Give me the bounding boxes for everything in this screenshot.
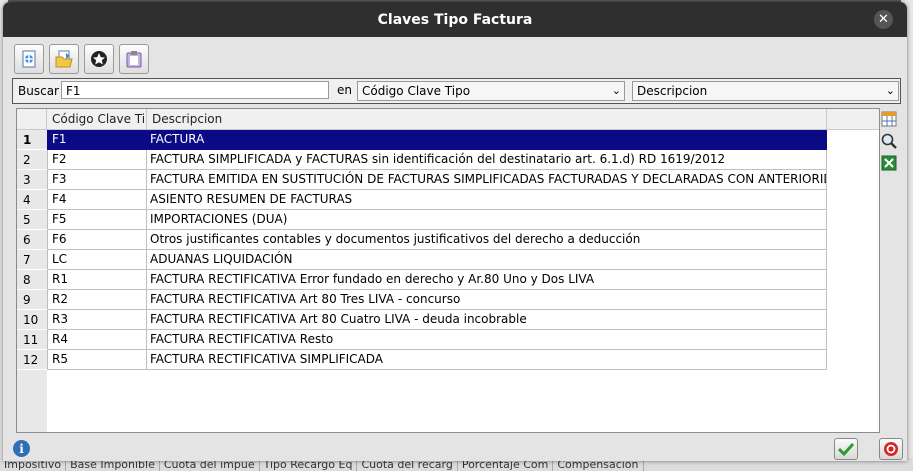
columns-config-button[interactable] xyxy=(880,110,898,128)
close-button[interactable]: ✕ xyxy=(874,10,893,29)
table-row[interactable]: 3 F3 FACTURA EMITIDA EN SUSTITUCIÓN DE FAC… xyxy=(17,170,827,190)
table-row[interactable]: 11 R4 FACTURA RECTIFICATIVA Resto xyxy=(17,330,827,350)
clipboard-button[interactable] xyxy=(119,44,149,74)
cell-description[interactable]: FACTURA SIMPLIFICADA y FACTURAS sin iden… xyxy=(147,150,827,170)
cell-description[interactable]: FACTURA RECTIFICATIVA Art 80 Cuatro LIVA… xyxy=(147,310,827,330)
clipboard-icon xyxy=(126,51,142,68)
cell-code[interactable]: LC xyxy=(47,250,147,270)
search-label: Buscar xyxy=(18,84,59,98)
search-field-select[interactable]: Código Clave Tipo ⌄ xyxy=(357,81,625,101)
row-number: 8 xyxy=(17,270,47,290)
table-row[interactable]: 9 R2 FACTURA RECTIFICATIVA Art 80 Tres LIV… xyxy=(17,290,827,310)
row-number: 11 xyxy=(17,330,47,350)
search-bar: Buscar F1 en Código Clave Tipo ⌄ Descrip… xyxy=(12,78,901,104)
row-number-header xyxy=(17,109,47,129)
table-row[interactable]: 12 R5 FACTURA RECTIFICATIVA SIMPLIFICADA xyxy=(17,350,827,370)
table-row[interactable]: 1 F1 FACTURA xyxy=(17,130,827,150)
search-button[interactable] xyxy=(880,132,898,150)
table-row[interactable]: 7 LC ADUANAS LIQUIDACIÓN xyxy=(17,250,827,270)
cancel-button[interactable] xyxy=(879,438,903,460)
table-row[interactable]: 4 F4 ASIENTO RESUMEN DE FACTURAS xyxy=(17,190,827,210)
cell-code[interactable]: R4 xyxy=(47,330,147,350)
excel-export-button[interactable] xyxy=(880,154,898,172)
chevron-down-icon: ⌄ xyxy=(885,84,895,97)
cell-code[interactable]: F4 xyxy=(47,190,147,210)
filter-button[interactable] xyxy=(84,44,114,74)
filter-icon xyxy=(91,51,107,67)
grid-header: Código Clave Tipo Descripcion xyxy=(17,109,879,130)
cell-description[interactable]: ADUANAS LIQUIDACIÓN xyxy=(147,250,827,270)
cell-description[interactable]: FACTURA RECTIFICATIVA Art 80 Tres LIVA -… xyxy=(147,290,827,310)
cell-description[interactable]: FACTURA RECTIFICATIVA SIMPLIFICADA xyxy=(147,350,827,370)
search-input[interactable]: F1 xyxy=(61,81,329,99)
chevron-down-icon: ⌄ xyxy=(611,84,621,97)
info-icon[interactable]: i xyxy=(13,440,30,457)
search-in-label: en xyxy=(337,83,352,97)
row-number: 9 xyxy=(17,290,47,310)
table-row[interactable]: 8 R1 FACTURA RECTIFICATIVA Error fundado e… xyxy=(17,270,827,290)
dialog-title: Claves Tipo Factura xyxy=(377,11,533,28)
row-number: 2 xyxy=(17,150,47,170)
row-number: 7 xyxy=(17,250,47,270)
cell-description[interactable]: FACTURA xyxy=(147,130,827,150)
table-row[interactable]: 6 F6 Otros justificantes contables y docum… xyxy=(17,230,827,250)
cell-code[interactable]: F3 xyxy=(47,170,147,190)
cancel-icon xyxy=(884,442,898,456)
table-row[interactable]: 5 F5 IMPORTACIONES (DUA) xyxy=(17,210,827,230)
cell-code[interactable]: R1 xyxy=(47,270,147,290)
checkmark-icon xyxy=(838,442,854,456)
cell-code[interactable]: R3 xyxy=(47,310,147,330)
cell-code[interactable]: F6 xyxy=(47,230,147,250)
row-number: 5 xyxy=(17,210,47,230)
cell-description[interactable]: Otros justificantes contables y document… xyxy=(147,230,827,250)
open-folder-icon xyxy=(55,50,73,68)
search-field-value: Código Clave Tipo xyxy=(362,84,471,98)
column-header-code[interactable]: Código Clave Tipo xyxy=(47,109,147,129)
cell-code[interactable]: F5 xyxy=(47,210,147,230)
cell-code[interactable]: R2 xyxy=(47,290,147,310)
cell-description[interactable]: ASIENTO RESUMEN DE FACTURAS xyxy=(147,190,827,210)
results-grid: Código Clave Tipo Descripcion 1F1FACTURA… xyxy=(16,108,880,433)
new-record-button[interactable] xyxy=(14,44,44,74)
claves-dialog: Claves Tipo Factura ✕ Buscar F1 en Códig… xyxy=(3,2,907,461)
row-number: 6 xyxy=(17,230,47,250)
columns-config-icon xyxy=(881,111,897,127)
cell-code[interactable]: F1 xyxy=(47,130,147,150)
new-record-icon xyxy=(22,50,36,68)
cell-description[interactable]: IMPORTACIONES (DUA) xyxy=(147,210,827,230)
cell-description[interactable]: FACTURA RECTIFICATIVA Error fundado en d… xyxy=(147,270,827,290)
row-number: 4 xyxy=(17,190,47,210)
row-number: 3 xyxy=(17,170,47,190)
toolbar xyxy=(14,44,149,74)
row-number: 10 xyxy=(17,310,47,330)
side-toolbar xyxy=(880,110,898,172)
table-row[interactable]: 10 R3 FACTURA RECTIFICATIVA Art 80 Cuatro … xyxy=(17,310,827,330)
order-select-value: Descripcion xyxy=(637,84,708,98)
open-button[interactable] xyxy=(49,44,79,74)
row-number: 12 xyxy=(17,350,47,370)
accept-button[interactable] xyxy=(834,438,858,460)
magnifier-icon xyxy=(881,133,897,149)
excel-export-icon xyxy=(881,155,897,171)
dialog-titlebar: Claves Tipo Factura ✕ xyxy=(3,2,907,37)
cell-description[interactable]: FACTURA EMITIDA EN SUSTITUCIÓN DE FACTUR… xyxy=(147,170,827,190)
cell-code[interactable]: R5 xyxy=(47,350,147,370)
cell-description[interactable]: FACTURA RECTIFICATIVA Resto xyxy=(147,330,827,350)
table-row[interactable]: 2 F2 FACTURA SIMPLIFICADA y FACTURAS sin i… xyxy=(17,150,827,170)
order-select[interactable]: Descripcion ⌄ xyxy=(632,81,899,101)
row-number: 1 xyxy=(17,130,47,150)
cell-code[interactable]: F2 xyxy=(47,150,147,170)
column-header-description[interactable]: Descripcion xyxy=(147,109,827,129)
